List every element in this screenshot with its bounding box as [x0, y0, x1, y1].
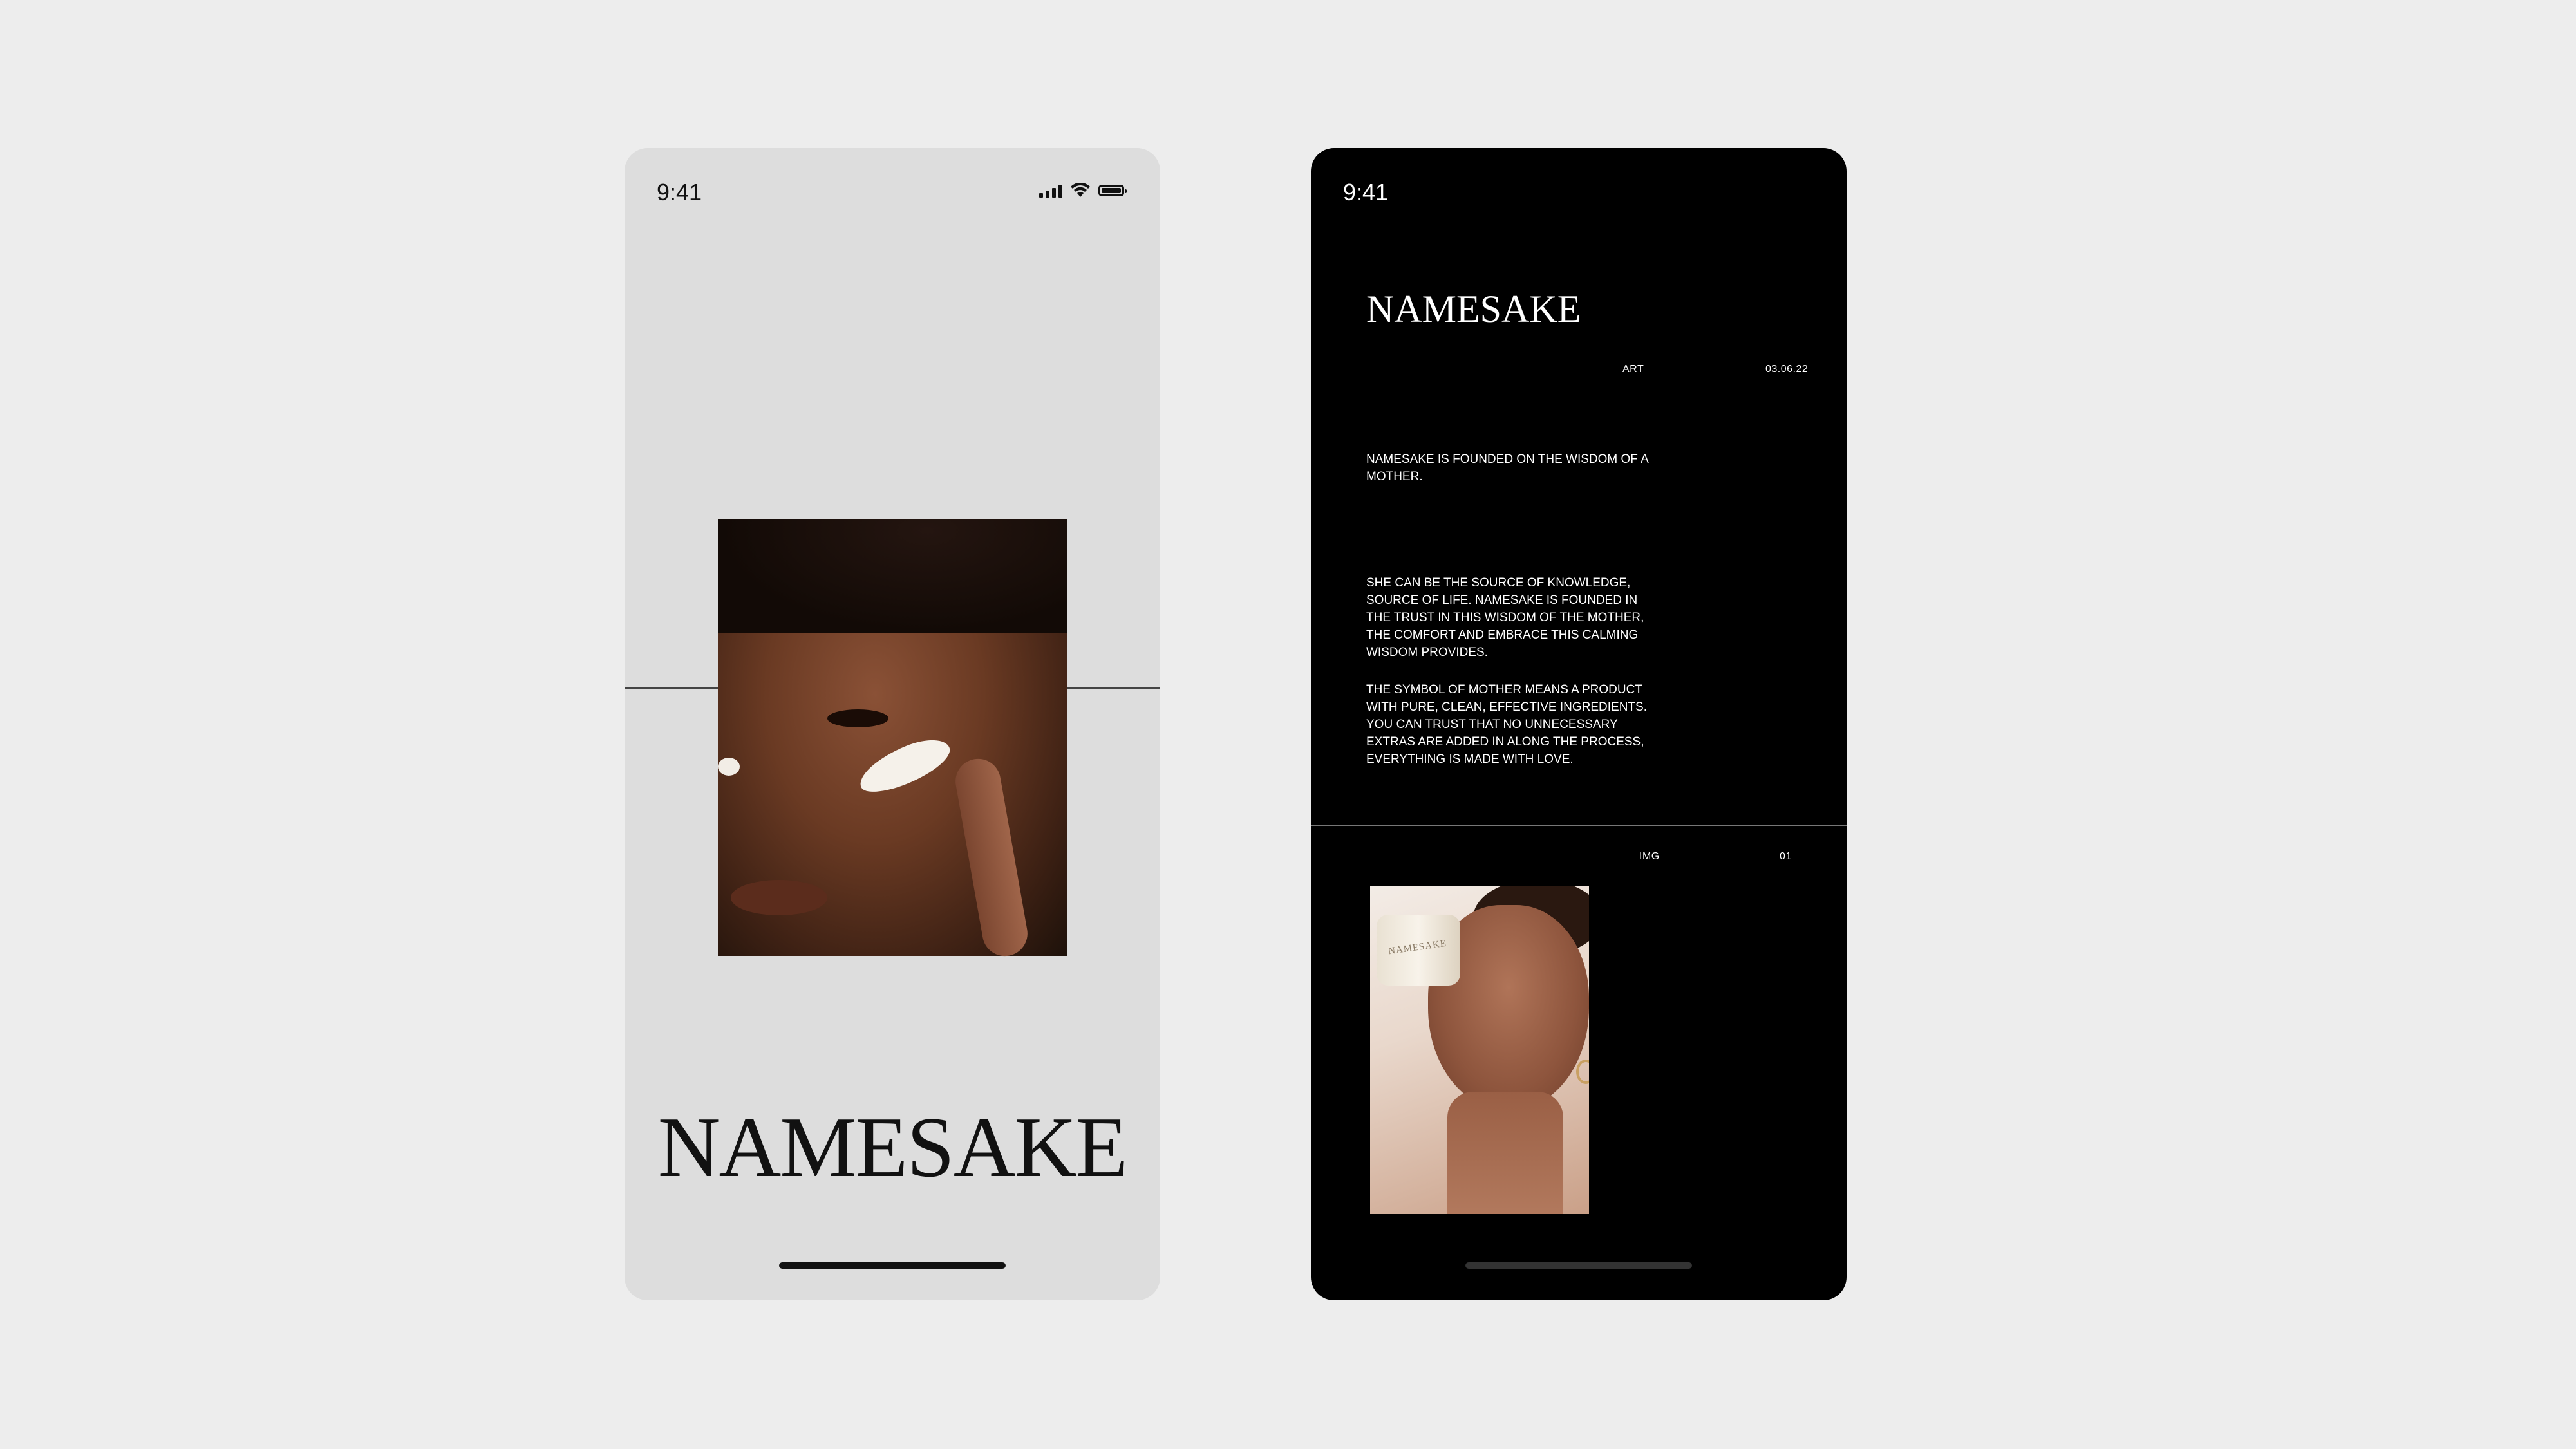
brand-wordmark: NAMESAKE — [1366, 288, 1581, 330]
signal-icon — [1039, 183, 1062, 198]
product-photo: NAMESAKE — [1370, 886, 1589, 1214]
intro-text: NAMESAKE IS FOUNDED ON THE WISDOM OF A M… — [1366, 453, 1648, 483]
body-paragraph-2: THE SYMBOL OF MOTHER MEANS A PRODUCT WIT… — [1366, 683, 1647, 766]
brand-wordmark: NAMESAKE — [657, 1099, 1128, 1195]
image-label: IMG — [1639, 851, 1660, 862]
status-time: 9:41 — [657, 179, 702, 205]
image-index: 01 — [1780, 851, 1792, 862]
category-tag: ART — [1622, 364, 1644, 375]
home-indicator[interactable] — [1465, 1262, 1692, 1269]
battery-icon — [1098, 185, 1127, 196]
body-paragraph-1: SHE CAN BE THE SOURCE OF KNOWLEDGE, SOUR… — [1366, 576, 1644, 659]
home-indicator[interactable] — [779, 1262, 1006, 1269]
phone-screen-light: 9:41 NAMESAKE — [625, 148, 1160, 1300]
status-icons — [1039, 183, 1127, 198]
hero-photo — [718, 519, 1067, 960]
status-time: 9:41 — [1343, 179, 1389, 205]
date-tag: 03.06.22 — [1765, 364, 1809, 375]
phone-screen-dark: 9:41 NAMESAKE ART 03.06.22 NAMESAKE IS F… — [1311, 148, 1847, 1300]
divider-line — [1311, 825, 1847, 826]
wifi-icon — [1071, 183, 1090, 197]
